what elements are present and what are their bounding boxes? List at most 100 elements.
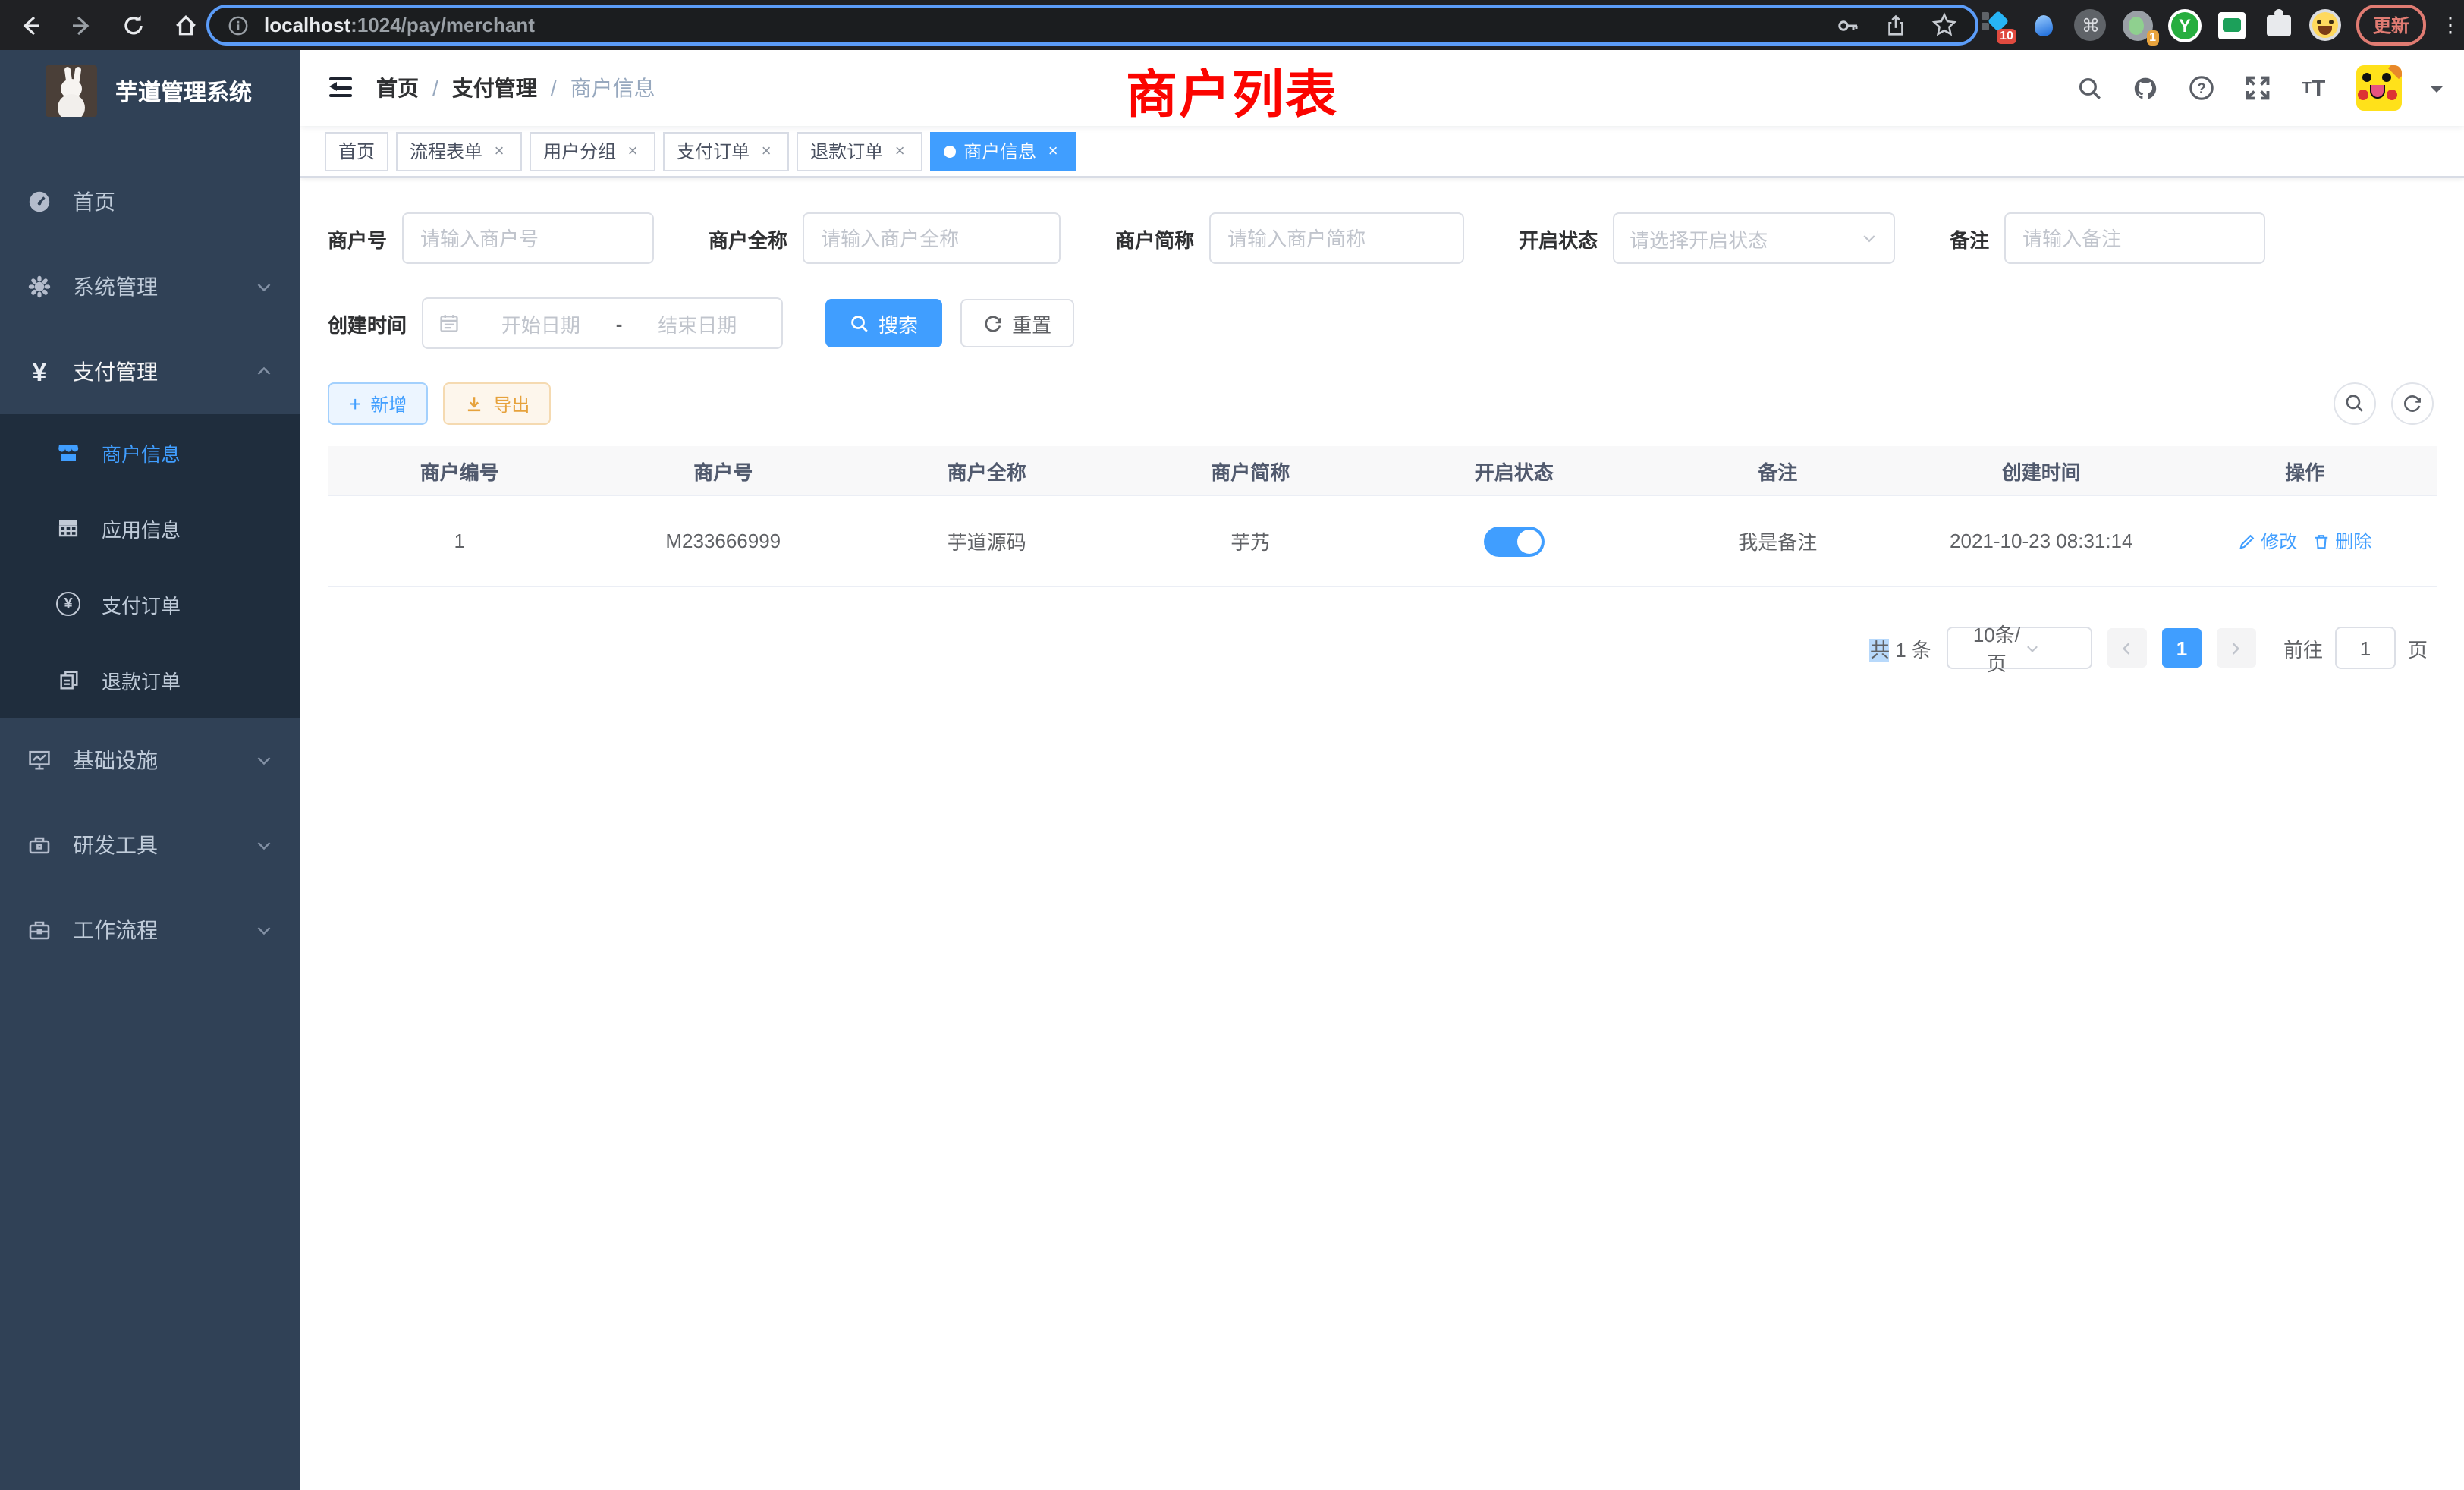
extension-balloon-icon[interactable] (2027, 8, 2060, 42)
refresh-table-icon[interactable] (2391, 382, 2434, 425)
grid-table-icon (55, 516, 82, 540)
close-icon[interactable]: × (490, 142, 508, 160)
sidebar-item-devtools[interactable]: 研发工具 (0, 803, 300, 888)
prev-page-button[interactable] (2107, 628, 2147, 668)
github-icon[interactable] (2132, 74, 2159, 102)
cell-create-time: 2021-10-23 08:31:14 (1909, 530, 2173, 552)
browser-reload-button[interactable] (118, 10, 149, 40)
url-host: localhost (264, 14, 350, 36)
browser-home-button[interactable] (170, 10, 200, 40)
sidebar-item-label: 工作流程 (73, 915, 158, 945)
col-header-short-name: 商户简称 (1119, 456, 1383, 485)
close-icon[interactable]: × (757, 142, 775, 160)
col-header-create-time: 创建时间 (1909, 456, 2173, 485)
help-icon[interactable]: ? (2188, 74, 2215, 102)
chevron-down-icon (255, 751, 273, 769)
full-name-input[interactable] (803, 212, 1061, 264)
close-icon[interactable]: × (891, 142, 909, 160)
extensions-puzzle-icon[interactable] (2262, 8, 2296, 42)
trash-icon (2312, 532, 2330, 550)
active-dot-icon (944, 145, 956, 157)
tab-home[interactable]: 首页 (325, 131, 388, 171)
merchant-table: 商户编号 商户号 商户全称 商户简称 开启状态 备注 创建时间 操作 1 M23… (328, 446, 2437, 587)
col-header-merchant-no: 商户号 (592, 456, 856, 485)
status-select[interactable]: 请选择开启状态 (1613, 212, 1895, 264)
extension-recorder-icon[interactable]: 1 (2121, 8, 2154, 42)
close-icon[interactable]: × (1044, 142, 1062, 160)
header-search-icon[interactable] (2076, 74, 2103, 102)
sidebar-item-infra[interactable]: 基础设施 (0, 718, 300, 803)
chevron-down-icon (255, 836, 273, 854)
add-button[interactable]: + 新增 (328, 382, 428, 425)
tab-process-form[interactable]: 流程表单× (396, 131, 522, 171)
sidebar-item-system[interactable]: 系统管理 (0, 244, 300, 329)
browser-back-button[interactable] (15, 10, 46, 40)
toggle-search-icon[interactable] (2334, 382, 2376, 425)
sidebar-item-home[interactable]: 首页 (0, 159, 300, 244)
sidebar-item-merchant-info[interactable]: 商户信息 (0, 414, 300, 490)
short-name-input[interactable] (1209, 212, 1464, 264)
extension-y-icon[interactable]: Y (2168, 8, 2202, 42)
home-icon (172, 12, 198, 38)
share-icon[interactable] (1884, 13, 1907, 37)
cell-remark: 我是备注 (1646, 527, 1910, 555)
chevron-down-icon (1860, 229, 1878, 247)
merchant-no-input[interactable] (402, 212, 654, 264)
password-key-icon[interactable] (1836, 13, 1860, 37)
cell-full-name: 芋道源码 (855, 527, 1119, 555)
next-page-button[interactable] (2217, 628, 2256, 668)
close-icon[interactable]: × (624, 142, 642, 160)
shop-icon (55, 440, 82, 464)
sidebar-collapse-icon[interactable] (325, 77, 352, 99)
page-size-select[interactable]: 10条/页 (1947, 627, 2092, 669)
status-toggle[interactable] (1484, 526, 1545, 556)
font-size-icon[interactable]: TT (2300, 74, 2327, 102)
sidebar-item-label: 研发工具 (73, 830, 158, 860)
date-range-picker[interactable]: 开始日期 - 结束日期 (422, 297, 783, 349)
sidebar-item-app-info[interactable]: 应用信息 (0, 490, 300, 566)
tab-user-group[interactable]: 用户分组× (530, 131, 655, 171)
sidebar: 芋道管理系统 首页 系统管理 ¥ 支付管理 (0, 50, 300, 1490)
address-bar[interactable]: localhost:1024/pay/merchant (206, 5, 1978, 46)
profile-avatar[interactable] (2309, 8, 2343, 42)
url-path: :1024/pay/merchant (350, 14, 535, 36)
user-avatar[interactable] (2356, 65, 2402, 111)
browser-forward-button[interactable] (67, 10, 97, 40)
app-title: 芋道管理系统 (115, 75, 252, 107)
browser-update-button[interactable]: 更新 (2356, 5, 2426, 46)
reset-button[interactable]: 重置 (960, 299, 1074, 347)
col-header-actions: 操作 (2173, 456, 2437, 485)
full-name-label: 商户全称 (709, 224, 787, 253)
export-button[interactable]: 导出 (443, 382, 551, 425)
extension-chat-icon[interactable] (2215, 8, 2249, 42)
sidebar-item-refund-order[interactable]: 退款订单 (0, 642, 300, 718)
delete-link[interactable]: 删除 (2312, 528, 2371, 554)
sidebar-item-workflow[interactable]: 工作流程 (0, 888, 300, 973)
bookmark-star-icon[interactable] (1931, 12, 1957, 38)
page-number-1[interactable]: 1 (2162, 628, 2202, 668)
chevron-down-icon (255, 278, 273, 296)
remark-input[interactable] (2004, 212, 2265, 264)
breadcrumb-home[interactable]: 首页 (376, 73, 419, 103)
sidebar-item-pay-order[interactable]: ¥ 支付订单 (0, 566, 300, 642)
sidebar-item-payment[interactable]: ¥ 支付管理 (0, 329, 300, 414)
tab-pay-order[interactable]: 支付订单× (663, 131, 789, 171)
edit-link[interactable]: 修改 (2238, 528, 2297, 554)
search-button[interactable]: 搜索 (825, 299, 942, 347)
sidebar-item-label: 基础设施 (73, 745, 158, 775)
extension-command-icon[interactable]: ⌘ (2074, 8, 2107, 42)
tab-refund-order[interactable]: 退款订单× (797, 131, 922, 171)
extension-gem-icon[interactable]: 10 (1980, 8, 2013, 42)
col-header-full-name: 商户全称 (855, 456, 1119, 485)
download-icon (464, 394, 484, 413)
filter-row-1: 商户号 商户全称 商户简称 开启状态 请选择开启状态 (328, 212, 2437, 264)
browser-menu-icon[interactable]: ⋮ (2440, 12, 2452, 38)
tab-merchant-info[interactable]: 商户信息× (930, 131, 1076, 171)
page-info-icon[interactable] (228, 14, 249, 36)
fullscreen-icon[interactable] (2244, 74, 2271, 102)
sidebar-item-label: 商户信息 (102, 438, 181, 467)
avatar-caret-icon[interactable] (2431, 86, 2443, 98)
goto-page-input[interactable] (2335, 627, 2396, 669)
breadcrumb-payment[interactable]: 支付管理 (452, 73, 537, 103)
app-logo[interactable]: 芋道管理系统 (0, 50, 300, 132)
